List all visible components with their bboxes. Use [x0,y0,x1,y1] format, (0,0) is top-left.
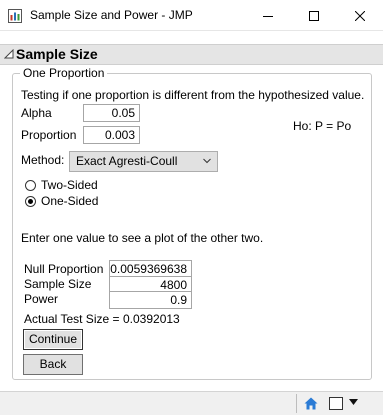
sample-size-label: Sample Size [24,277,92,291]
two-sided-radio[interactable] [25,180,36,191]
dropdown-arrow-icon[interactable] [349,399,358,406]
one-sided-radio[interactable] [25,196,36,207]
status-separator [296,394,297,413]
alpha-input[interactable]: 0.05 [83,104,140,122]
status-bar [0,391,383,415]
power-input[interactable]: 0.9 [109,291,192,309]
maximize-button[interactable] [291,0,337,31]
method-select[interactable]: Exact Agresti-Coull [69,151,218,172]
one-sided-label[interactable]: One-Sided [41,194,98,208]
proportion-input[interactable]: 0.003 [83,126,140,144]
back-button[interactable]: Back [23,354,83,375]
jmp-app-icon [8,9,22,23]
group-legend: One Proportion [20,66,108,80]
hypothesis-text: Ho: P = Po [293,119,352,133]
chevron-down-icon [203,158,211,164]
actual-test-size-value: 0.0392013 [123,312,180,326]
alpha-label: Alpha [21,106,52,120]
maximize-icon [309,10,319,21]
null-proportion-label: Null Proportion [24,262,104,276]
disclosure-triangle-icon[interactable] [4,49,14,59]
minimize-button[interactable] [245,0,291,31]
method-label: Method: [21,153,65,167]
home-icon[interactable] [304,397,318,410]
power-label: Power [24,292,59,306]
instruction-text: Enter one value to see a plot of the oth… [21,231,264,245]
window-icon[interactable] [329,397,343,410]
two-sided-label[interactable]: Two-Sided [41,178,98,192]
outline-title: Sample Size [16,46,98,62]
description-text: Testing if one proportion is different f… [21,88,365,102]
continue-button[interactable]: Continue [23,329,83,350]
close-icon [355,10,365,21]
window-title: Sample Size and Power - JMP [30,8,193,22]
proportion-label: Proportion [21,128,77,142]
method-value: Exact Agresti-Coull [76,154,178,168]
outline-header[interactable]: Sample Size [0,44,383,65]
minimize-icon [263,15,273,17]
close-button[interactable] [337,0,383,31]
title-bar: Sample Size and Power - JMP [0,0,383,31]
actual-test-size-label: Actual Test Size = [24,312,120,326]
